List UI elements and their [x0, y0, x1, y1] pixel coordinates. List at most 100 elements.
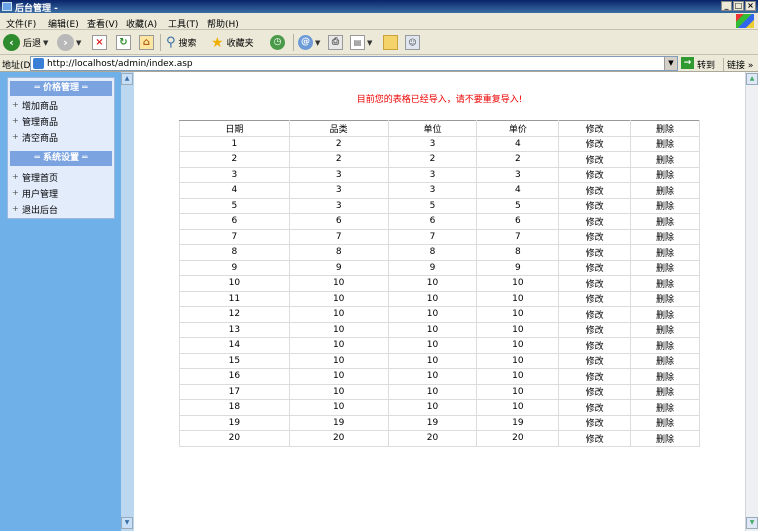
delete-link[interactable]: 删除	[630, 228, 700, 245]
delete-link[interactable]: 删除	[630, 399, 700, 416]
delete-link[interactable]: 删除	[630, 430, 700, 447]
messenger-button[interactable]: ☺	[405, 33, 420, 52]
sidebar-item-add-product[interactable]: 增加商品	[22, 99, 58, 112]
forward-dropdown-icon[interactable]: ▼	[76, 39, 81, 47]
history-button[interactable]: ◷	[270, 33, 285, 52]
address-input[interactable]: http://localhost/admin/index.asp ▼	[30, 56, 678, 71]
scroll-up-icon[interactable]: ▲	[746, 73, 758, 85]
print-button[interactable]: ⎙	[328, 33, 343, 52]
edit-link[interactable]: 修改	[558, 337, 632, 354]
scroll-down-icon[interactable]: ▼	[746, 517, 758, 529]
menu-help[interactable]: 帮助(H)	[207, 17, 239, 30]
edit-link[interactable]: 修改	[558, 275, 632, 292]
menu-view[interactable]: 查看(V)	[87, 17, 118, 30]
address-url[interactable]: http://localhost/admin/index.asp	[47, 59, 193, 69]
edit-link[interactable]: 修改	[558, 306, 632, 323]
edit-dropdown-icon[interactable]: ▼	[367, 39, 372, 47]
sidebar-item-logout[interactable]: 退出后台	[22, 203, 58, 216]
delete-link[interactable]: 删除	[630, 197, 700, 214]
delete-link[interactable]: 删除	[630, 383, 700, 400]
delete-link[interactable]: 删除	[630, 213, 700, 230]
delete-link[interactable]: 删除	[630, 275, 700, 292]
delete-link[interactable]: 删除	[630, 135, 700, 152]
edit-link[interactable]: 修改	[558, 290, 632, 307]
edit-link[interactable]: 修改	[558, 197, 632, 214]
main-frame-scrollbar[interactable]: ▲ ▼	[745, 72, 758, 531]
delete-link[interactable]: 删除	[630, 414, 700, 431]
cell-price: 10	[476, 368, 560, 385]
mail-button[interactable]: @ ▼	[298, 33, 320, 52]
main-frame: 目前您的表格已经导入，请不要重复导入! 日期 品类 单位 单价 修改 删除 12…	[134, 72, 745, 531]
cell-unit: 5	[387, 197, 478, 214]
maximize-button[interactable]: □	[733, 1, 744, 11]
edit-link[interactable]: 修改	[558, 399, 632, 416]
go-button[interactable]: 转到	[697, 58, 715, 71]
cell-category: 2	[288, 151, 389, 168]
delete-link[interactable]: 删除	[630, 352, 700, 369]
sidebar-item-manage-products[interactable]: 管理商品	[22, 115, 58, 128]
forward-button[interactable]: › ▼	[57, 33, 81, 52]
minimize-button[interactable]: _	[721, 1, 732, 11]
menu-header-system: ═ 系统设置 ═	[10, 151, 112, 166]
menu-edit[interactable]: 编辑(E)	[48, 17, 79, 30]
cell-unit: 10	[387, 275, 478, 292]
folder-button[interactable]	[383, 33, 398, 52]
delete-link[interactable]: 删除	[630, 166, 700, 183]
mail-dropdown-icon[interactable]: ▼	[315, 39, 320, 47]
edit-link[interactable]: 修改	[558, 383, 632, 400]
refresh-button[interactable]: ↻	[116, 33, 131, 52]
go-arrow-icon[interactable]: →	[681, 57, 694, 69]
edit-link[interactable]: 修改	[558, 228, 632, 245]
delete-link[interactable]: 删除	[630, 182, 700, 199]
favorites-button[interactable]: ★ 收藏夹	[211, 33, 254, 52]
edit-link[interactable]: 修改	[558, 321, 632, 338]
back-dropdown-icon[interactable]: ▼	[43, 39, 48, 47]
edit-link[interactable]: 修改	[558, 414, 632, 431]
left-frame-scrollbar[interactable]: ▲ ▼	[121, 72, 134, 531]
delete-link[interactable]: 删除	[630, 306, 700, 323]
delete-link[interactable]: 删除	[630, 321, 700, 338]
cell-unit: 10	[387, 352, 478, 369]
scroll-down-icon[interactable]: ▼	[121, 517, 133, 529]
cell-date: 2	[179, 151, 290, 168]
edit-link[interactable]: 修改	[558, 244, 632, 261]
scroll-up-icon[interactable]: ▲	[121, 73, 133, 85]
edit-link[interactable]: 修改	[558, 352, 632, 369]
edit-link[interactable]: 修改	[558, 135, 632, 152]
back-button[interactable]: ‹ 后退 ▼	[3, 33, 48, 52]
menu-favorites[interactable]: 收藏(A)	[126, 17, 157, 30]
edit-link[interactable]: 修改	[558, 182, 632, 199]
address-dropdown-icon[interactable]: ▼	[664, 57, 677, 70]
table-row: 5 3 5 5 修改 删除	[179, 197, 700, 214]
edit-link[interactable]: 修改	[558, 166, 632, 183]
close-button[interactable]: ×	[745, 1, 756, 11]
delete-link[interactable]: 删除	[630, 151, 700, 168]
sidebar-item-clear-products[interactable]: 清空商品	[22, 131, 58, 144]
stop-button[interactable]: ×	[92, 33, 107, 52]
delete-link[interactable]: 删除	[630, 259, 700, 276]
delete-link[interactable]: 删除	[630, 337, 700, 354]
delete-link[interactable]: 删除	[630, 290, 700, 307]
edit-link[interactable]: 修改	[558, 151, 632, 168]
edit-link[interactable]: 修改	[558, 259, 632, 276]
cell-date: 20	[179, 430, 290, 447]
edit-link[interactable]: 修改	[558, 213, 632, 230]
links-button[interactable]: 链接 »	[723, 58, 753, 71]
table-row: 18 10 10 10 修改 删除	[179, 399, 700, 416]
header-category: 品类	[288, 120, 389, 137]
home-button[interactable]: ⌂	[139, 33, 154, 52]
menu-file[interactable]: 文件(F)	[6, 17, 36, 30]
cell-date: 5	[179, 197, 290, 214]
edit-link[interactable]: 修改	[558, 430, 632, 447]
sidebar-item-admin-home[interactable]: 管理首页	[22, 171, 58, 184]
edit-button[interactable]: ▤ ▼	[350, 33, 372, 52]
menu-tools[interactable]: 工具(T)	[168, 17, 199, 30]
delete-link[interactable]: 删除	[630, 244, 700, 261]
browser-content: ═ 价格管理 ═ + 增加商品 + 管理商品 + 清空商品 ═ 系统设置 ═ +…	[0, 72, 758, 531]
delete-link[interactable]: 删除	[630, 368, 700, 385]
price-table: 日期 品类 单位 单价 修改 删除 1 2 3 4 修改 删除 2 2 2 2 修改 删除 3 3 3 3 修改…	[179, 120, 700, 447]
search-button[interactable]: ⚲ 搜索	[166, 33, 197, 52]
sidebar-item-user-management[interactable]: 用户管理	[22, 187, 58, 200]
cell-date: 6	[179, 213, 290, 230]
edit-link[interactable]: 修改	[558, 368, 632, 385]
